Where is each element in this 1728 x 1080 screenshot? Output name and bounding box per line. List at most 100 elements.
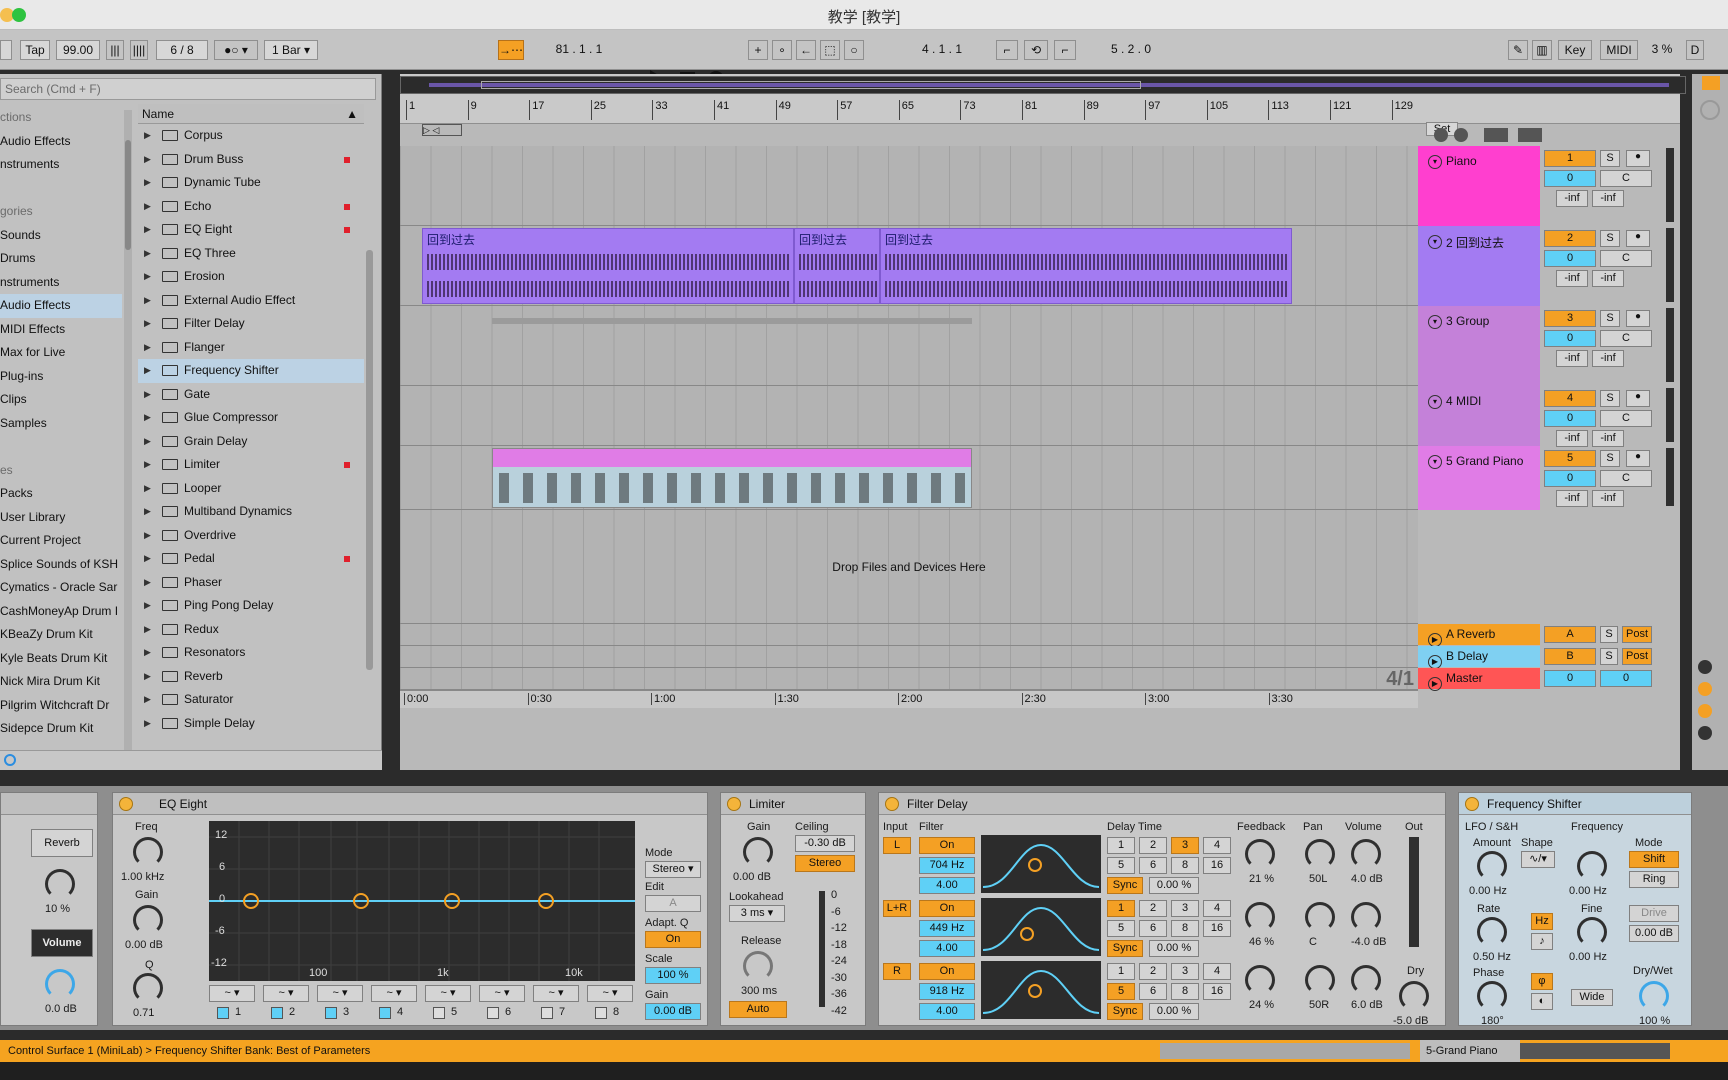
expand-icon[interactable]: ▶: [144, 453, 151, 477]
loop-start-field[interactable]: 4 . 1 . 1: [890, 40, 994, 60]
feedback-knob[interactable]: [1245, 902, 1275, 932]
peak-meter[interactable]: -inf: [1592, 490, 1624, 507]
expand-icon[interactable]: ▶: [144, 195, 151, 219]
punch-out-icon[interactable]: ⌐: [1054, 40, 1076, 60]
track-header[interactable]: ▾ 5 Grand Piano: [1418, 446, 1540, 510]
master-volume-field[interactable]: 0: [1544, 670, 1596, 687]
delay-offset-field[interactable]: 0.00 %: [1149, 940, 1199, 957]
sidebar-item[interactable]: Samples: [0, 412, 122, 436]
frequency-knob[interactable]: [1577, 851, 1607, 881]
sync-button[interactable]: Sync: [1107, 940, 1143, 957]
sidebar-item[interactable]: Nick Mira Drum Kit: [0, 670, 122, 694]
expand-icon[interactable]: ▶: [144, 218, 151, 242]
eq-eight-header[interactable]: EQ Eight: [113, 793, 707, 815]
delay-time-step-button[interactable]: 3: [1171, 963, 1199, 980]
delay-toggle-icon[interactable]: [1698, 726, 1712, 740]
play-icon[interactable]: ▶: [1428, 633, 1442, 647]
sidebar-item[interactable]: Audio Effects: [0, 130, 122, 154]
return-activator[interactable]: A: [1544, 626, 1596, 643]
peak-meter[interactable]: -inf: [1592, 350, 1624, 367]
midi-clip[interactable]: [492, 448, 972, 508]
delay-time-step-button[interactable]: 2: [1139, 837, 1167, 854]
browser-item[interactable]: ▶ Multiband Dynamics: [138, 500, 364, 524]
eq-graph[interactable]: 12 6 0 -6 -12 100 1k 10k: [209, 821, 635, 981]
input-channel-button[interactable]: L: [883, 837, 911, 854]
volume-field[interactable]: 0: [1544, 410, 1596, 427]
session-record-icon[interactable]: ○: [844, 40, 864, 60]
ceiling-field[interactable]: -0.30 dB: [795, 835, 855, 852]
post-button[interactable]: Post: [1622, 648, 1652, 665]
expand-icon[interactable]: ▶: [144, 312, 151, 336]
solo-button[interactable]: S: [1600, 390, 1620, 407]
sidebar-item[interactable]: Kyle Beats Drum Kit: [0, 647, 122, 671]
fine-knob[interactable]: [1577, 917, 1607, 947]
delay-time-step-button[interactable]: 16: [1203, 857, 1231, 874]
delay-time-step-button[interactable]: 3: [1171, 837, 1199, 854]
solo-button[interactable]: S: [1600, 230, 1620, 247]
browser-item[interactable]: ▶ Overdrive: [138, 524, 364, 548]
track-lane-3[interactable]: [400, 306, 1418, 386]
note-toggle-icon[interactable]: ♪: [1531, 933, 1553, 950]
delay-time-step-button[interactable]: 6: [1139, 857, 1167, 874]
browser-item[interactable]: ▶ Phaser: [138, 571, 364, 595]
filter-on-button[interactable]: On: [919, 837, 975, 854]
track-lane-4[interactable]: [400, 386, 1418, 446]
tempo-field[interactable]: 99.00: [56, 40, 100, 60]
volume-knob[interactable]: [45, 969, 75, 999]
band-enable-checkbox[interactable]: [541, 1007, 553, 1019]
metronome-button[interactable]: ●○ ▾: [214, 40, 258, 60]
browser-item[interactable]: ▶ Drum Buss: [138, 148, 364, 172]
tap-tempo-button[interactable]: Tap: [20, 40, 50, 60]
band-enable-checkbox[interactable]: [325, 1007, 337, 1019]
stereo-button[interactable]: Stereo: [795, 855, 855, 872]
browser-item[interactable]: ▶ EQ Three: [138, 242, 364, 266]
volume-knob[interactable]: [1351, 839, 1381, 869]
reverb-button[interactable]: Reverb: [31, 829, 93, 857]
overdub-icon[interactable]: +: [748, 40, 768, 60]
filter-q-field[interactable]: 4.00: [919, 940, 975, 957]
expand-icon[interactable]: ▶: [144, 500, 151, 524]
frequency-shifter-header[interactable]: Frequency Shifter: [1459, 793, 1691, 815]
solo-button[interactable]: S: [1600, 626, 1618, 643]
wide-button[interactable]: Wide: [1571, 989, 1613, 1006]
peak-meter[interactable]: -inf: [1556, 350, 1588, 367]
volume-knob[interactable]: [1351, 965, 1381, 995]
delay-time-step-button[interactable]: 4: [1203, 837, 1231, 854]
sidebar-scrollbar[interactable]: [124, 110, 132, 750]
return-activator[interactable]: B: [1544, 648, 1596, 665]
filter-curve[interactable]: [981, 898, 1101, 956]
device-power-icon[interactable]: [885, 797, 899, 811]
browser-item[interactable]: ▶ Flanger: [138, 336, 364, 360]
sidebar-item[interactable]: Cymatics - Oracle Sar: [0, 576, 122, 600]
expand-icon[interactable]: ▶: [144, 665, 151, 689]
amount-knob[interactable]: [1477, 851, 1507, 881]
filter-frequency-field[interactable]: 918 Hz: [919, 983, 975, 1000]
reverb-knob[interactable]: [45, 869, 75, 899]
quantization-menu[interactable]: 1 Bar ▾: [264, 40, 318, 60]
draw-mode-icon[interactable]: ✎: [1508, 40, 1528, 60]
return-track-header[interactable]: ▶ A Reverb: [1418, 624, 1540, 647]
loop-brace[interactable]: ▷ ◁: [422, 124, 462, 136]
sync-button[interactable]: Sync: [1107, 877, 1143, 894]
browser-item[interactable]: ▶ Reverb: [138, 665, 364, 689]
audio-clip[interactable]: 回到过去: [794, 228, 880, 304]
expand-icon[interactable]: ▶: [144, 406, 151, 430]
pan-field[interactable]: C: [1600, 170, 1652, 187]
beat-ruler[interactable]: 1 9 17 25 33 41 49 57 65 73 81 89 97 105 113 121 129 ▷ ◁: [400, 74, 1686, 136]
input-channel-button[interactable]: R: [883, 963, 911, 980]
sync-button[interactable]: Sync: [1107, 1003, 1143, 1020]
sidebar-item[interactable]: Max for Live: [0, 341, 122, 365]
adapt-q-button[interactable]: On: [645, 931, 701, 948]
volume-field[interactable]: 0: [1544, 170, 1596, 187]
delay-time-step-button[interactable]: 1: [1107, 963, 1135, 980]
output-gain-field[interactable]: 0.00 dB: [645, 1003, 701, 1020]
spin-mode-icon[interactable]: ◐: [1531, 993, 1553, 1010]
band-filter-type-select[interactable]: ~ ▾: [479, 985, 525, 1002]
delay-offset-field[interactable]: 0.00 %: [1149, 877, 1199, 894]
overview-mini[interactable]: [1160, 1043, 1410, 1059]
peak-meter[interactable]: -inf: [1556, 490, 1588, 507]
solo-button[interactable]: S: [1600, 150, 1620, 167]
band-enable-checkbox[interactable]: [217, 1007, 229, 1019]
band-filter-type-select[interactable]: ~ ▾: [317, 985, 363, 1002]
fold-icon[interactable]: ▾: [1428, 315, 1442, 329]
